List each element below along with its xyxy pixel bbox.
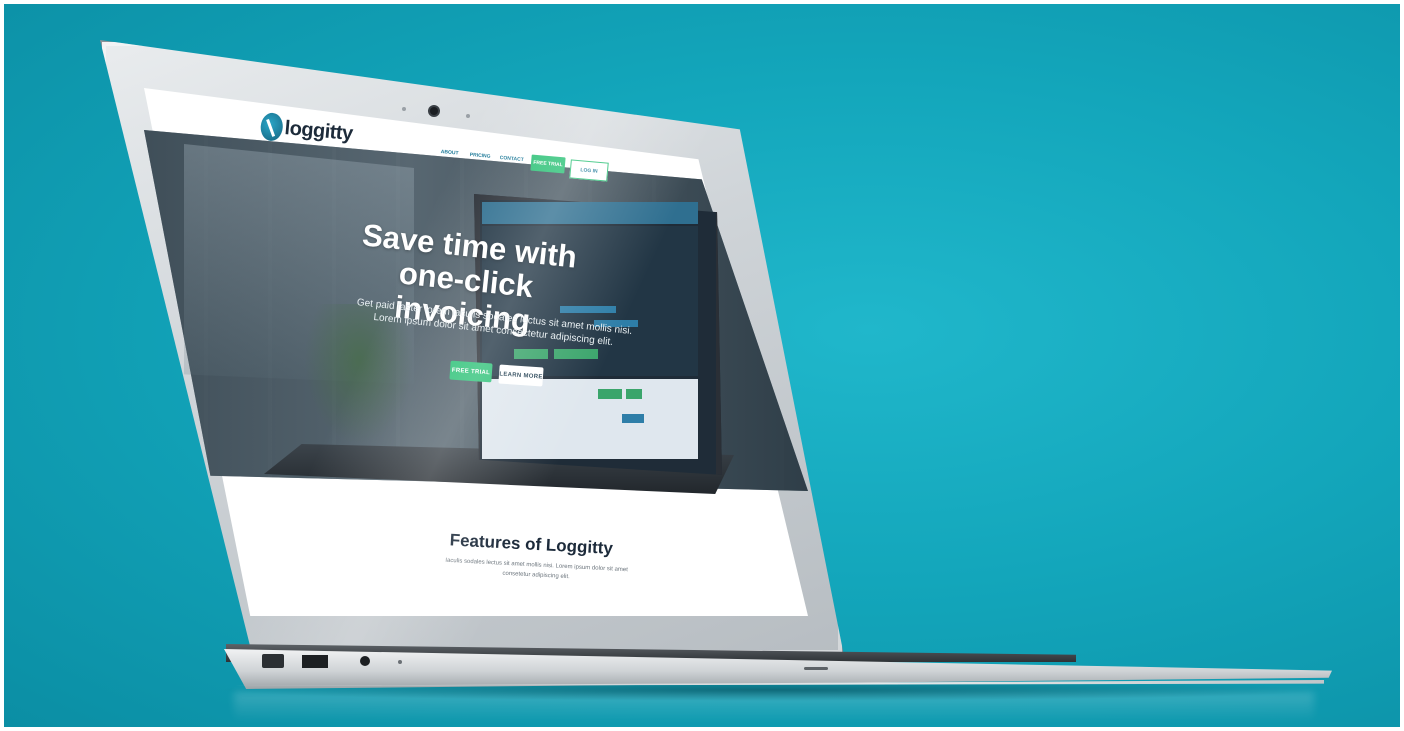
nav-free-trial-button[interactable]: FREE TRIAL bbox=[530, 154, 566, 174]
mockup-background: loggitty ABOUT PRICING CONTACT FREE TRIA… bbox=[4, 4, 1400, 727]
inner-app-form bbox=[482, 379, 698, 459]
logo-icon bbox=[259, 112, 284, 142]
headphone-jack-icon bbox=[360, 656, 370, 666]
mic-icon bbox=[398, 660, 402, 664]
inner-green-button bbox=[554, 349, 598, 359]
inner-blue-button bbox=[622, 414, 644, 423]
inner-green-button bbox=[626, 389, 642, 399]
lid-opening-notch bbox=[804, 667, 828, 670]
hero-free-trial-button[interactable]: FREE TRIAL bbox=[449, 360, 493, 383]
inner-green-button bbox=[514, 349, 548, 359]
sensor-dot bbox=[466, 114, 470, 118]
logo-text: loggitty bbox=[283, 116, 354, 145]
inner-green-button bbox=[598, 389, 622, 399]
camera-icon bbox=[430, 107, 438, 115]
magsafe-port-icon bbox=[262, 654, 284, 668]
inner-app-header bbox=[482, 202, 698, 224]
sensor-dot bbox=[402, 107, 406, 111]
hero-learn-more-button[interactable]: LEARN MORE bbox=[498, 364, 544, 387]
usb-port-icon bbox=[302, 655, 328, 668]
nav-log-in-button[interactable]: LOG IN bbox=[569, 159, 609, 182]
